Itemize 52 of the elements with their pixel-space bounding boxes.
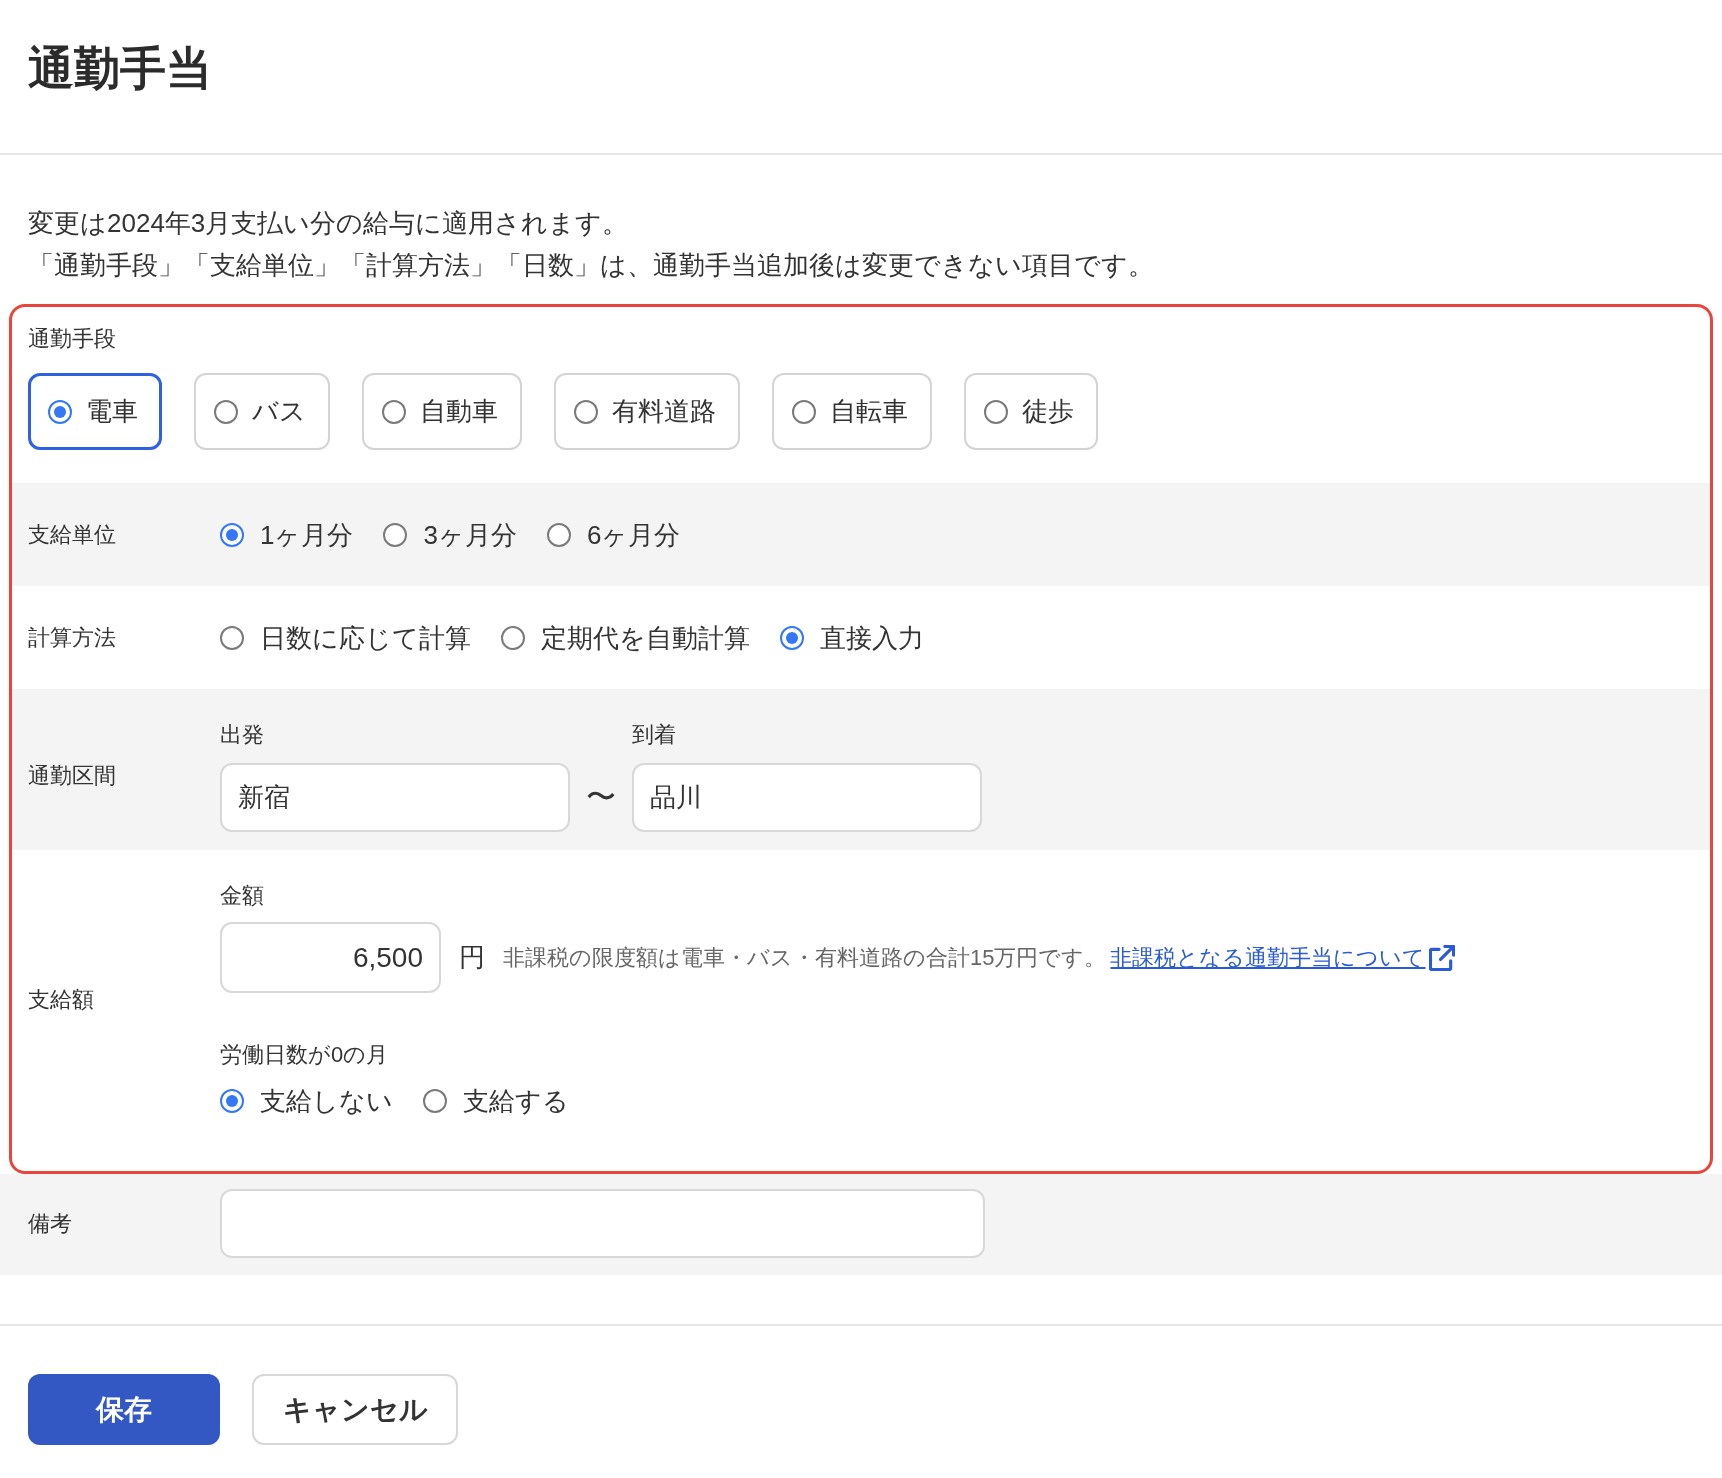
radio-option[interactable]: 支給しない <box>220 1083 393 1119</box>
radio-button[interactable] <box>792 399 816 424</box>
departure-field[interactable]: 新宿 <box>220 763 570 832</box>
option-card[interactable]: 有料道路 <box>554 373 740 450</box>
field-label: 通勤手段 <box>28 325 116 353</box>
radio-button[interactable] <box>423 1089 447 1113</box>
cancel-button[interactable]: キャンセル <box>252 1374 458 1445</box>
radio-option[interactable]: 日数に応じて計算 <box>220 619 471 656</box>
radio-button[interactable] <box>383 522 408 547</box>
field-label: 到着 <box>632 721 676 749</box>
radio-button[interactable] <box>780 625 804 650</box>
save-button[interactable]: 保存 <box>28 1374 220 1445</box>
radio-button[interactable] <box>48 399 72 424</box>
radio-button[interactable] <box>220 625 244 650</box>
option-card[interactable]: 電車 <box>28 373 162 450</box>
field-label: 金額 <box>220 882 264 910</box>
radio-button[interactable] <box>382 399 406 424</box>
help-link[interactable]: 非課税となる通勤手当について <box>1110 942 1456 973</box>
field-label: 計算方法 <box>28 623 117 652</box>
radio-button[interactable] <box>220 1089 244 1113</box>
remarks-field[interactable] <box>220 1189 985 1258</box>
currency-unit: 円 <box>459 941 485 974</box>
option-card[interactable]: バス <box>194 373 330 450</box>
radio-option[interactable]: 1ヶ月分 <box>220 516 354 553</box>
radio-option[interactable]: 6ヶ月分 <box>546 516 681 553</box>
field-label: 支給額 <box>28 985 95 1014</box>
radio-option[interactable]: 3ヶ月分 <box>383 516 517 553</box>
field-label: 備考 <box>28 1209 73 1238</box>
arrival-field[interactable]: 品川 <box>632 763 982 832</box>
radio-button[interactable] <box>574 399 598 424</box>
radio-option[interactable]: 直接入力 <box>780 619 924 656</box>
hint-text: 非課税の限度額は電車・バス・有料道路の合計15万円です。 <box>503 943 1107 972</box>
external-link-icon <box>1429 944 1456 971</box>
page-title: 通勤手当 <box>28 41 212 96</box>
field-label: 労働日数が0の月 <box>220 1041 389 1069</box>
field-label: 出発 <box>220 721 264 749</box>
radio-button[interactable] <box>214 399 238 424</box>
radio-button[interactable] <box>501 625 525 650</box>
option-card[interactable]: 徒歩 <box>964 373 1098 450</box>
option-card[interactable]: 自転車 <box>772 373 932 450</box>
radio-option[interactable]: 支給する <box>423 1083 569 1119</box>
amount-field[interactable]: 6,500 <box>220 922 441 993</box>
field-label: 支給単位 <box>28 520 117 549</box>
radio-button[interactable] <box>220 522 244 547</box>
notice-text: 変更は2024年3月支払い分の給与に適用されます。 <box>28 207 629 240</box>
range-separator: 〜 <box>586 779 616 815</box>
option-card[interactable]: 自動車 <box>362 373 522 450</box>
field-label: 通勤区間 <box>28 761 117 790</box>
radio-option[interactable]: 定期代を自動計算 <box>501 619 750 656</box>
radio-button[interactable] <box>546 522 571 547</box>
radio-button[interactable] <box>984 399 1008 424</box>
notice-text: 「通勤手段」「支給単位」「計算方法」「日数」は、通勤手当追加後は変更できない項目です。 <box>28 249 1154 282</box>
